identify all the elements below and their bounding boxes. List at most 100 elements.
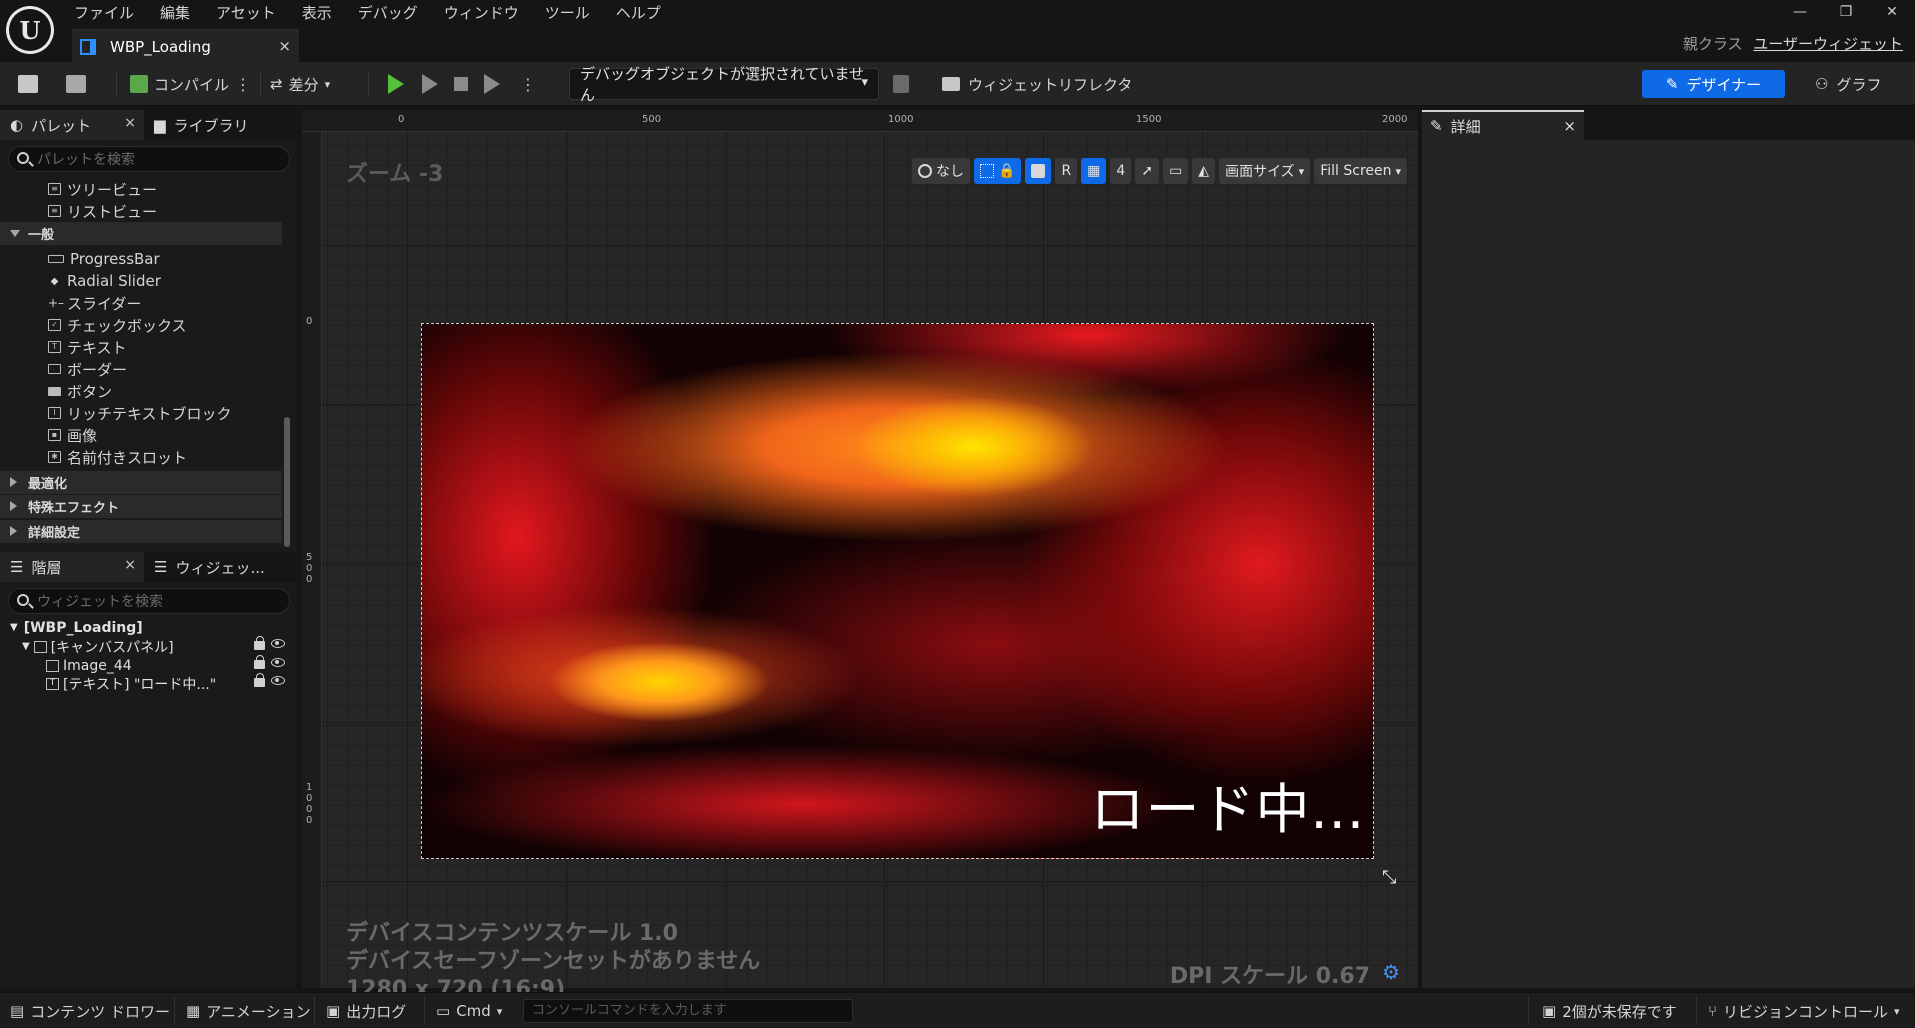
minimize-button[interactable]: — xyxy=(1777,0,1823,24)
localization-preview-button[interactable]: なし xyxy=(912,158,970,184)
revision-control-button[interactable]: ⑂ リビジョンコントロール ▾ xyxy=(1708,1001,1900,1021)
tab-palette[interactable]: ◐ パレット × xyxy=(0,110,144,140)
content-drawer-button[interactable]: ▤ コンテンツ ドロワー xyxy=(10,1001,170,1021)
hierarchy-text-row[interactable]: T [テキスト] "ロード中..." xyxy=(46,674,216,693)
console-command-input[interactable]: コンソールコマンドを入力します xyxy=(523,999,853,1023)
graph-icon: ⚇ xyxy=(1815,75,1829,93)
save-button[interactable] xyxy=(18,70,38,98)
ruler-label: 1 0 0 0 xyxy=(306,782,313,826)
unreal-logo-icon[interactable]: U xyxy=(6,6,54,54)
browse-button[interactable] xyxy=(66,70,86,98)
palette-item-progressbar[interactable]: ProgressBar xyxy=(48,248,160,270)
document-tab[interactable]: WBP_Loading × xyxy=(72,29,299,62)
menu-debug[interactable]: デバッグ xyxy=(358,2,431,24)
close-icon[interactable]: × xyxy=(124,557,136,573)
resize-handle-icon[interactable]: ⤡ xyxy=(1382,867,1396,888)
close-icon[interactable]: × xyxy=(124,115,136,131)
menu-help[interactable]: ヘルプ xyxy=(616,2,674,24)
menu-asset[interactable]: アセット xyxy=(216,2,289,24)
background-image-button[interactable]: ▭ xyxy=(1163,158,1189,184)
palette-item-checkbox[interactable]: ✓ チェックボックス xyxy=(48,314,187,336)
lock-icon[interactable] xyxy=(254,673,265,687)
unsaved-button[interactable]: ▣ 2個が未保存です xyxy=(1542,1001,1677,1021)
respect-locks-button[interactable] xyxy=(1025,158,1052,184)
designer-viewport[interactable]: 0 500 1000 1500 2000 0 5 0 0 1 0 0 0 ズーム… xyxy=(302,110,1418,1002)
palette-category-special-effects[interactable]: 特殊エフェクト xyxy=(0,495,282,518)
chevron-down-icon: ▾ xyxy=(324,77,331,91)
compile-button[interactable]: コンパイル ⋮ xyxy=(130,70,251,98)
hierarchy-image-row[interactable]: Image_44 xyxy=(46,656,132,675)
palette-item-image[interactable]: ▪ 画像 xyxy=(48,424,97,446)
palette-category-optimization[interactable]: 最適化 xyxy=(0,471,282,494)
screen-size-dropdown[interactable]: 画面サイズ ▾ xyxy=(1219,158,1311,184)
palette-search-input[interactable]: パレットを検索 xyxy=(8,146,290,172)
menu-file[interactable]: ファイル xyxy=(74,2,147,24)
step-button[interactable] xyxy=(422,70,438,98)
stop-button[interactable] xyxy=(454,70,468,98)
visibility-eye-icon[interactable] xyxy=(271,658,285,667)
palette-category-general[interactable]: 一般 xyxy=(0,222,282,245)
compile-check-icon xyxy=(130,75,148,93)
animation-button[interactable]: ▦ アニメーション xyxy=(186,1001,311,1021)
close-icon[interactable]: × xyxy=(1563,117,1576,135)
palette-item-radial-slider[interactable]: ◆ Radial Slider xyxy=(48,270,161,292)
gear-icon[interactable]: ⚙ xyxy=(1382,960,1400,984)
palette-item-button[interactable]: ボタン xyxy=(48,380,112,402)
tab-hierarchy[interactable]: ☰ 階層 × xyxy=(0,552,144,582)
palette-item-treeview[interactable]: ≡ ツリービュー xyxy=(48,178,157,200)
menu-edit[interactable]: 編集 xyxy=(160,2,203,24)
fill-screen-dropdown[interactable]: Fill Screen ▾ xyxy=(1314,158,1408,184)
debug-filter-button[interactable] xyxy=(893,70,909,98)
play-options-button[interactable]: ⋮ xyxy=(520,70,536,98)
document-tab-close-button[interactable]: × xyxy=(278,37,291,55)
graph-mode-button[interactable]: ⚇ グラフ xyxy=(1815,70,1881,98)
browse-icon xyxy=(66,75,86,93)
palette-scrollbar[interactable] xyxy=(284,417,290,547)
menu-tools[interactable]: ツール xyxy=(545,2,603,24)
r-toggle-button[interactable]: R xyxy=(1055,158,1078,184)
menu-view[interactable]: 表示 xyxy=(302,2,345,24)
widget-preview-canvas[interactable]: ロード中... xyxy=(421,323,1374,859)
palette-item-border[interactable]: ボーダー xyxy=(48,358,127,380)
tab-library[interactable]: ▆ ライブラリ xyxy=(144,110,294,140)
debug-object-select[interactable]: デバッグオブジェクトが選択されていません ▾ xyxy=(569,65,879,104)
palette-item-rich-text[interactable]: I リッチテキストブロック xyxy=(48,402,232,424)
visibility-eye-icon[interactable] xyxy=(271,676,285,685)
cmd-dropdown[interactable]: ▭ Cmd ▾ xyxy=(436,1001,502,1021)
content-drawer-label: コンテンツ ドロワー xyxy=(30,1002,170,1021)
palette-item-text[interactable]: T テキスト xyxy=(48,336,127,358)
designer-mode-button[interactable]: ✎ デザイナー xyxy=(1642,70,1785,98)
play-button[interactable] xyxy=(388,70,404,98)
mirror-button[interactable]: ◭ xyxy=(1192,158,1216,184)
grid-size-button[interactable]: 4 xyxy=(1110,158,1132,184)
parent-class-link[interactable]: ユーザーウィジェット xyxy=(1753,35,1903,53)
palette-item-slider[interactable]: +– スライダー xyxy=(48,292,141,314)
chevron-down-icon: ▾ xyxy=(496,1004,503,1018)
ruler-label: 1500 xyxy=(1136,114,1162,125)
palette-item-listview[interactable]: ≡ リストビュー xyxy=(48,200,157,222)
compile-options-icon[interactable]: ⋮ xyxy=(235,75,251,94)
lock-icon[interactable] xyxy=(254,655,265,669)
grid-snap-button[interactable]: ▦ xyxy=(1081,158,1107,184)
cursor-tool-button[interactable]: ➚ xyxy=(1135,158,1160,184)
visibility-eye-icon[interactable] xyxy=(271,639,285,648)
palette-item-named-slot[interactable]: ✱ 名前付きスロット xyxy=(48,446,187,468)
lock-icon[interactable] xyxy=(254,636,265,650)
hierarchy-canvas-panel[interactable]: ▼ [キャンバスパネル] xyxy=(22,637,174,656)
diff-button[interactable]: ⇄ 差分 ▾ xyxy=(270,70,330,98)
lock-toggle-button[interactable]: 🔒 xyxy=(974,158,1022,184)
simulate-button[interactable] xyxy=(484,70,500,98)
graph-label: グラフ xyxy=(1836,75,1882,94)
tab-details[interactable]: ✎ 詳細 × xyxy=(1422,110,1584,140)
menu-window[interactable]: ウィンドウ xyxy=(444,2,532,24)
restore-button[interactable]: ❐ xyxy=(1823,0,1869,24)
close-window-button[interactable]: ✕ xyxy=(1869,0,1915,24)
text-row-actions xyxy=(254,673,285,687)
hierarchy-root[interactable]: ▼ [WBP_Loading] xyxy=(10,618,143,637)
palette-category-advanced[interactable]: 詳細設定 xyxy=(0,520,282,543)
widget-search-input[interactable]: ウィジェットを検索 xyxy=(8,588,290,614)
tab-widget[interactable]: ☰ ウィジェッ... xyxy=(144,552,294,582)
output-log-button[interactable]: ▣ 出力ログ xyxy=(326,1001,406,1021)
widget-reflector-button[interactable]: ウィジェットリフレクタ xyxy=(942,70,1132,98)
loading-text[interactable]: ロード中... xyxy=(1091,765,1366,844)
